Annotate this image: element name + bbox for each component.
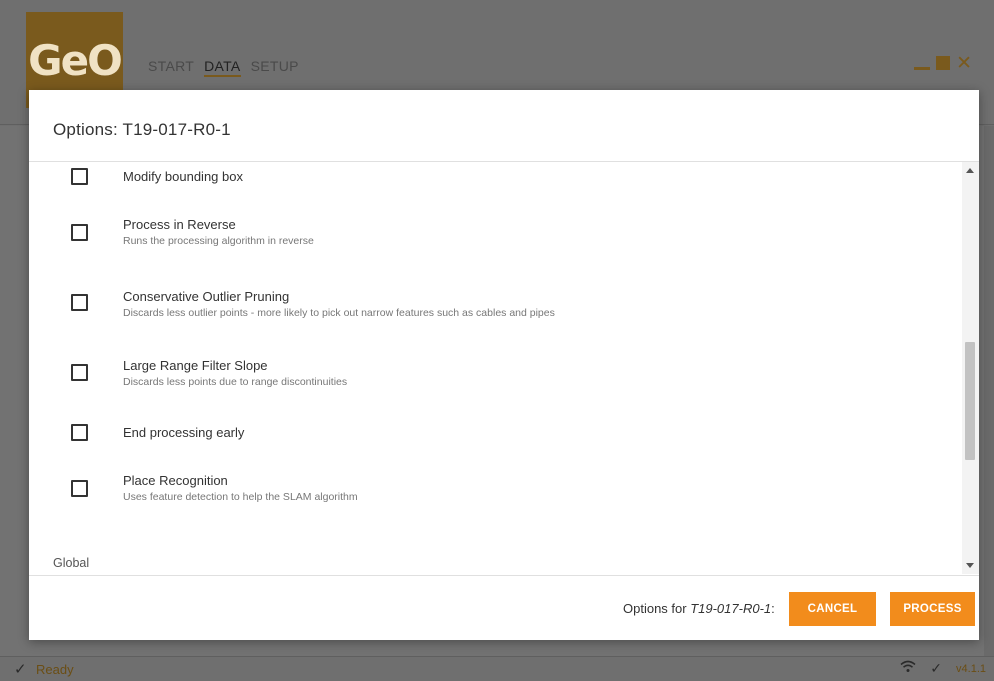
option-description: Discards less outlier points - more like… (123, 307, 555, 319)
footer-label: Options for T19-017-R0-1: (623, 601, 775, 616)
process-button[interactable]: PROCESS (890, 592, 975, 626)
option-label: Conservative Outlier Pruning (123, 289, 290, 304)
close-icon[interactable]: ✕ (956, 54, 972, 73)
section-global: Global (53, 556, 90, 570)
window-controls: ✕ (914, 54, 972, 73)
status-right: ✓ v4.1.1 (900, 660, 986, 677)
options-list: Modify bounding box Process in Reverse R… (29, 162, 979, 574)
check-icon: ✓ (14, 660, 27, 678)
checkbox-large-range-filter-slope[interactable] (71, 364, 88, 381)
status-text: Ready (36, 662, 74, 677)
status-bar: ✓ Ready ✓ v4.1.1 (0, 656, 994, 681)
dialog-title: Options: T19-017-R0-1 (53, 120, 231, 139)
checkbox-process-in-reverse[interactable] (71, 224, 88, 241)
background-scrollbar (984, 126, 994, 656)
checkbox-modify-bounding-box[interactable] (71, 168, 88, 185)
option-label: Process in Reverse (123, 217, 236, 232)
option-label: Modify bounding box (123, 169, 243, 184)
footer-divider (29, 575, 979, 576)
option-label: Place Recognition (123, 473, 228, 488)
nav-start[interactable]: START (148, 58, 194, 77)
footer-target: T19-017-R0-1 (690, 601, 772, 616)
cancel-button[interactable]: CANCEL (789, 592, 876, 626)
wifi-svg (900, 660, 916, 672)
connected-check-icon: ✓ (930, 660, 943, 677)
footer-suffix: : (771, 601, 775, 616)
scroll-up-icon[interactable] (966, 168, 974, 173)
checkbox-conservative-outlier-pruning[interactable] (71, 294, 88, 311)
version-label: v4.1.1 (956, 662, 986, 675)
options-scrollbar[interactable] (962, 162, 979, 574)
option-label: Large Range Filter Slope (123, 358, 268, 373)
logo-text: GeO (28, 35, 123, 85)
nav-setup[interactable]: SETUP (251, 58, 299, 77)
option-description: Uses feature detection to help the SLAM … (123, 491, 358, 503)
main-nav: START DATA SETUP (148, 58, 299, 77)
nav-data[interactable]: DATA (204, 58, 241, 77)
minimize-icon[interactable] (914, 66, 931, 70)
wifi-icon (900, 660, 916, 677)
maximize-icon[interactable] (936, 56, 951, 70)
checkbox-end-processing-early[interactable] (71, 424, 88, 441)
option-description: Discards less points due to range discon… (123, 376, 348, 388)
scroll-thumb[interactable] (965, 342, 975, 460)
options-dialog: Options: T19-017-R0-1 Modify bounding bo… (29, 90, 979, 640)
option-description: Runs the processing algorithm in reverse (123, 235, 314, 247)
footer-prefix: Options for (623, 601, 691, 616)
checkbox-place-recognition[interactable] (71, 480, 88, 497)
option-label: End processing early (123, 425, 245, 440)
scroll-down-icon[interactable] (966, 563, 974, 568)
